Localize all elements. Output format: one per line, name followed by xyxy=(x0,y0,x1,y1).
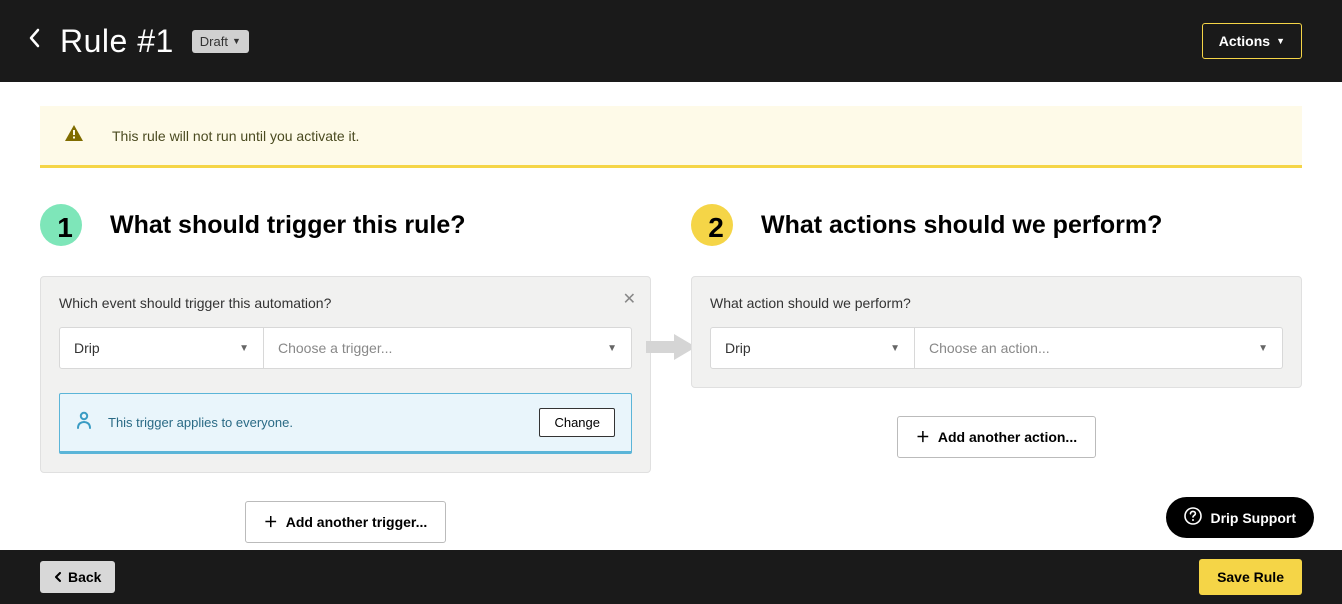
action-type-select[interactable]: Choose an action... ▼ xyxy=(915,327,1283,369)
back-chevron-icon[interactable] xyxy=(28,28,42,54)
action-select-row: Drip ▼ Choose an action... ▼ xyxy=(710,327,1283,369)
action-type-placeholder: Choose an action... xyxy=(929,340,1050,356)
add-trigger-label: Add another trigger... xyxy=(286,514,428,530)
caret-down-icon: ▼ xyxy=(239,343,249,354)
trigger-panel-label: Which event should trigger this automati… xyxy=(59,295,632,311)
save-rule-button[interactable]: Save Rule xyxy=(1199,559,1302,595)
caret-down-icon: ▼ xyxy=(607,343,617,354)
action-panel-label: What action should we perform? xyxy=(710,295,1283,311)
content-area: This rule will not run until you activat… xyxy=(0,82,1342,543)
plus-icon: ＋ xyxy=(916,427,930,447)
arrow-right-icon xyxy=(646,332,696,367)
trigger-select-row: Drip ▼ Choose a trigger... ▼ xyxy=(59,327,632,369)
warning-icon xyxy=(64,124,84,147)
status-badge[interactable]: Draft ▼ xyxy=(192,30,249,53)
step-badge-2: 2 xyxy=(691,204,733,246)
trigger-title: What should trigger this rule? xyxy=(110,211,466,240)
action-column: 2 What actions should we perform? What a… xyxy=(691,204,1302,543)
support-button[interactable]: Drip Support xyxy=(1166,497,1314,538)
caret-down-icon: ▼ xyxy=(890,343,900,354)
chevron-left-icon xyxy=(54,569,62,585)
alert-text: This rule will not run until you activat… xyxy=(112,128,359,144)
top-left-group: Rule #1 Draft ▼ xyxy=(28,23,249,60)
trigger-provider-value: Drip xyxy=(74,340,100,356)
footer-back-button[interactable]: Back xyxy=(40,561,115,593)
support-label: Drip Support xyxy=(1210,510,1296,526)
columns: 1 What should trigger this rule? ✕ Which… xyxy=(40,204,1302,543)
status-badge-label: Draft xyxy=(200,34,228,49)
caret-down-icon: ▼ xyxy=(1258,343,1268,354)
actions-button[interactable]: Actions ▼ xyxy=(1202,23,1302,59)
add-action-label: Add another action... xyxy=(938,429,1077,445)
action-provider-select[interactable]: Drip ▼ xyxy=(710,327,915,369)
trigger-column: 1 What should trigger this rule? ✕ Which… xyxy=(40,204,651,543)
trigger-provider-select[interactable]: Drip ▼ xyxy=(59,327,264,369)
trigger-event-placeholder: Choose a trigger... xyxy=(278,340,392,356)
help-icon xyxy=(1184,507,1202,528)
action-header: 2 What actions should we perform? xyxy=(691,204,1302,246)
alert-banner: This rule will not run until you activat… xyxy=(40,106,1302,168)
applies-to-box: This trigger applies to everyone. Change xyxy=(59,393,632,454)
add-action-row: ＋ Add another action... xyxy=(691,416,1302,458)
trigger-header: 1 What should trigger this rule? xyxy=(40,204,651,246)
footer-back-label: Back xyxy=(68,569,101,585)
close-icon[interactable]: ✕ xyxy=(623,289,636,309)
page-title: Rule #1 xyxy=(60,23,174,60)
actions-button-label: Actions xyxy=(1219,33,1270,49)
top-bar: Rule #1 Draft ▼ Actions ▼ xyxy=(0,0,1342,82)
bottom-bar: Back Save Rule xyxy=(0,550,1342,604)
caret-down-icon: ▼ xyxy=(232,36,241,46)
trigger-event-select[interactable]: Choose a trigger... ▼ xyxy=(264,327,632,369)
add-trigger-button[interactable]: ＋ Add another trigger... xyxy=(245,501,447,543)
action-panel: What action should we perform? Drip ▼ Ch… xyxy=(691,276,1302,388)
caret-down-icon: ▼ xyxy=(1276,36,1285,46)
person-icon xyxy=(76,411,92,434)
applies-text: This trigger applies to everyone. xyxy=(108,415,523,430)
action-provider-value: Drip xyxy=(725,340,751,356)
action-title: What actions should we perform? xyxy=(761,211,1162,240)
add-action-button[interactable]: ＋ Add another action... xyxy=(897,416,1096,458)
step-badge-1: 1 xyxy=(40,204,82,246)
change-button[interactable]: Change xyxy=(539,408,615,437)
trigger-panel: ✕ Which event should trigger this automa… xyxy=(40,276,651,473)
add-trigger-row: ＋ Add another trigger... xyxy=(40,501,651,543)
plus-icon: ＋ xyxy=(264,512,278,532)
